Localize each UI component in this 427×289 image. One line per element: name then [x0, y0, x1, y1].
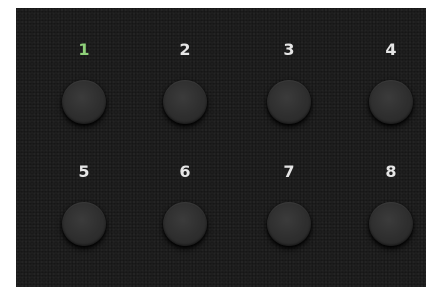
pad-6-label: 6 — [179, 162, 191, 181]
pad-8-button[interactable] — [369, 202, 413, 246]
pad-2-button[interactable] — [163, 80, 207, 124]
pad-5-label: 5 — [78, 162, 90, 181]
pad-panel: 1 2 3 4 5 6 7 8 — [16, 8, 426, 287]
pad-6: 6 — [155, 162, 215, 252]
pad-6-button[interactable] — [163, 202, 207, 246]
pad-2-label: 2 — [179, 40, 191, 59]
pad-2: 2 — [155, 40, 215, 130]
pad-4: 4 — [361, 40, 421, 130]
pad-5-button[interactable] — [62, 202, 106, 246]
pad-5: 5 — [54, 162, 114, 252]
pad-1-label: 1 — [78, 40, 90, 59]
pad-7: 7 — [259, 162, 319, 252]
pad-4-button[interactable] — [369, 80, 413, 124]
pad-4-label: 4 — [385, 40, 397, 59]
pad-1-button[interactable] — [62, 80, 106, 124]
pad-8-label: 8 — [385, 162, 397, 181]
pad-3-button[interactable] — [267, 80, 311, 124]
pad-7-label: 7 — [283, 162, 295, 181]
pad-3: 3 — [259, 40, 319, 130]
pad-3-label: 3 — [283, 40, 295, 59]
pad-8: 8 — [361, 162, 421, 252]
pad-7-button[interactable] — [267, 202, 311, 246]
pad-1: 1 — [54, 40, 114, 130]
